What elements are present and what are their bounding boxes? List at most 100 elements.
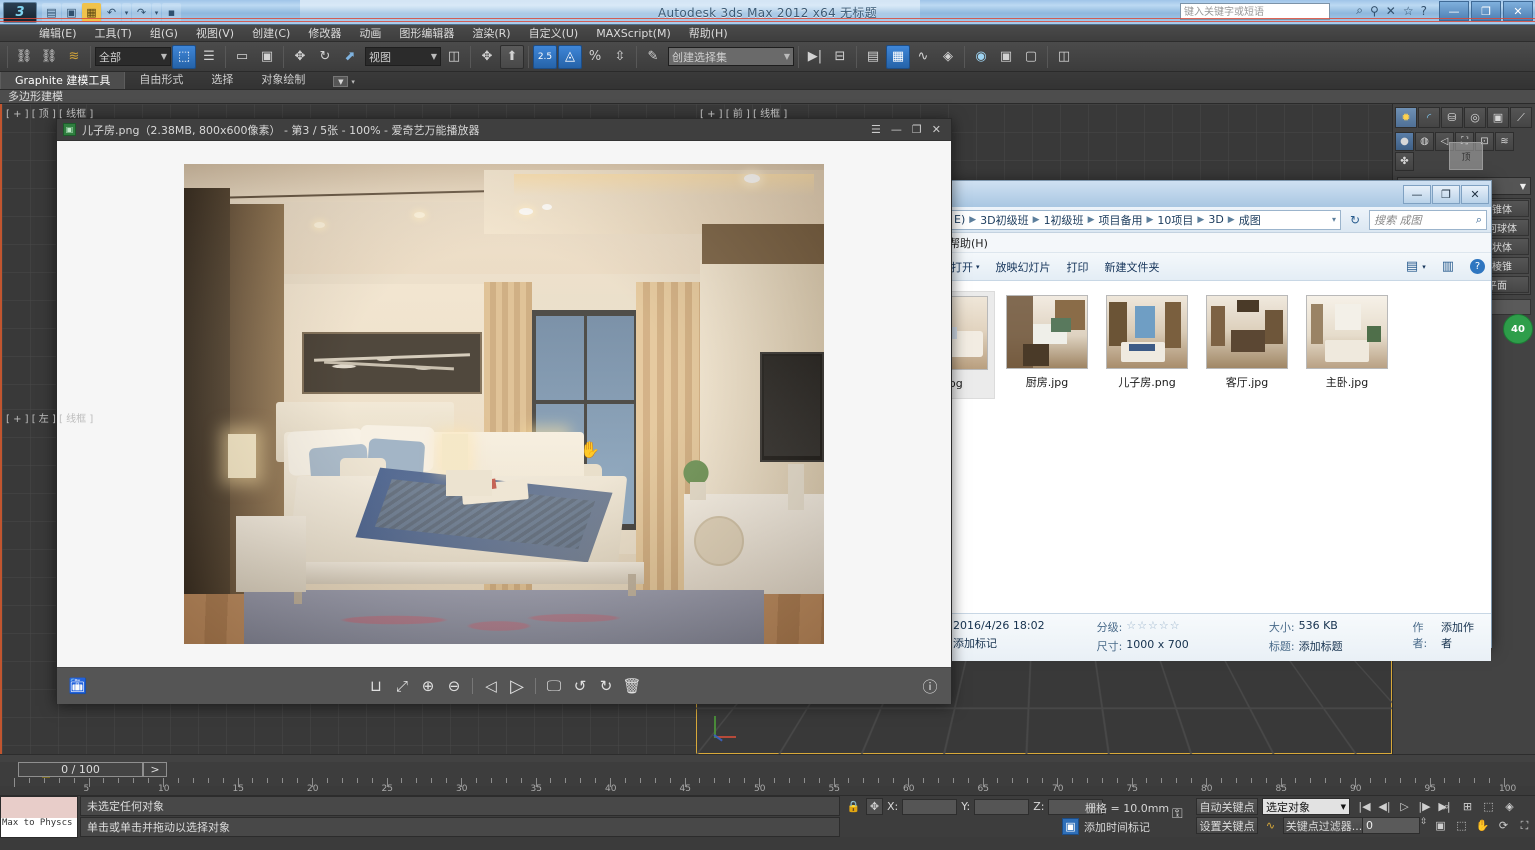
viewport-nav-top-row[interactable]: ⌕ ⊞ ⬚ ◈ bbox=[1438, 798, 1518, 815]
explorer-command-bar[interactable]: 打开 ▾ 放映幻灯片 打印 新建文件夹 ▤ ▾ ▥ ? bbox=[945, 253, 1491, 281]
menu-group[interactable]: 组(G) bbox=[141, 25, 187, 42]
ribbon-minimize-icon[interactable]: ▼ bbox=[333, 76, 349, 87]
material-editor-icon[interactable]: ◉ bbox=[969, 45, 993, 69]
schematic-view-icon[interactable]: ◈ bbox=[936, 45, 960, 69]
rectangular-selection-region-icon[interactable]: ▭ bbox=[230, 45, 254, 69]
ribbon-tab-freeform[interactable]: 自由形式 bbox=[125, 71, 197, 89]
select-object-icon[interactable]: ⬚ bbox=[172, 44, 196, 69]
actual-size-icon[interactable]: ⤢ bbox=[389, 673, 415, 699]
select-region-icon[interactable]: ⬚ bbox=[1453, 817, 1470, 834]
zoom-out-icon[interactable]: ⊖ bbox=[441, 673, 467, 699]
viewer-minimize-button[interactable]: — bbox=[891, 123, 902, 136]
reference-coordinate-dropdown[interactable]: 视图 ▼ bbox=[365, 47, 441, 66]
align-icon[interactable]: ⊟ bbox=[828, 45, 852, 69]
menu-help[interactable]: 帮助(H) bbox=[949, 235, 988, 251]
unlink-selection-icon[interactable]: ⛓ bbox=[37, 45, 61, 69]
menu-modifiers[interactable]: 修改器 bbox=[299, 25, 350, 42]
orbit-icon[interactable]: ⟳ bbox=[1495, 817, 1512, 834]
time-slider-value[interactable]: 0 / 100 bbox=[18, 762, 143, 777]
breadcrumb-item-4[interactable]: 10项目 bbox=[1157, 212, 1193, 228]
menu-bar[interactable]: 编辑(E) 工具(T) 组(G) 视图(V) 创建(C) 修改器 动画 图形编辑… bbox=[0, 25, 1535, 42]
add-time-tag-row[interactable]: ▣ 添加时间标记 bbox=[1062, 818, 1150, 835]
ribbon-tab-graphite[interactable]: Graphite 建模工具 bbox=[0, 71, 126, 89]
menu-animation[interactable]: 动画 bbox=[350, 25, 390, 42]
render-setup-icon[interactable]: ▣ bbox=[994, 45, 1018, 69]
lock-selection-icon[interactable]: 🔒 bbox=[845, 798, 862, 815]
auto-key-button[interactable]: 自动关键点 bbox=[1196, 798, 1258, 815]
explorer-maximize-button[interactable]: ❐ bbox=[1432, 184, 1460, 204]
rating-stars[interactable]: ☆☆☆☆☆ bbox=[1126, 619, 1180, 635]
utilities-tab[interactable]: ⟋ bbox=[1510, 107, 1532, 128]
viewer-maximize-button[interactable]: ❐ bbox=[912, 123, 922, 136]
maxscript-output[interactable]: Max to Physcs ( bbox=[1, 818, 77, 837]
viewer-control-bar[interactable]: 🛅 ⊔ ⤢ ⊕ ⊖ ◁ ▷ 🖵 ↺ ↻ 🗑 ⓘ bbox=[57, 667, 951, 704]
modify-tab[interactable]: ◜ bbox=[1418, 107, 1440, 128]
file-list[interactable]: 本.jpg 厨房.jpg bbox=[899, 281, 1491, 613]
systems-category[interactable]: ✤ bbox=[1395, 152, 1414, 171]
open-button[interactable]: 打开 ▾ bbox=[951, 259, 980, 275]
new-folder-button[interactable]: 新建文件夹 bbox=[1105, 259, 1160, 275]
select-by-name-icon[interactable]: ☰ bbox=[197, 45, 221, 69]
rendered-frame-window-icon[interactable]: ▢ bbox=[1019, 45, 1043, 69]
key-curve-icon[interactable]: ∿ bbox=[1262, 817, 1279, 834]
refresh-icon[interactable]: ↻ bbox=[1345, 210, 1365, 230]
viewer-close-button[interactable]: ✕ bbox=[932, 123, 941, 136]
breadcrumb-item-2[interactable]: 1初级班 bbox=[1044, 212, 1084, 228]
select-and-link-icon[interactable]: ⛓ bbox=[12, 45, 36, 69]
explorer-close-button[interactable]: ✕ bbox=[1461, 184, 1489, 204]
ribbon-options-chevron-icon[interactable]: ▾ bbox=[351, 78, 355, 86]
author-value[interactable]: 添加作者 bbox=[1441, 619, 1483, 651]
menu-rendering[interactable]: 渲染(R) bbox=[463, 25, 519, 42]
ribbon-tab-object-paint[interactable]: 对象绘制 bbox=[247, 71, 319, 89]
set-key-button[interactable]: 设置关键点 bbox=[1196, 817, 1258, 834]
toggle-ribbon-icon[interactable]: ▦ bbox=[886, 44, 910, 69]
save-image-icon[interactable]: 🛅 bbox=[65, 673, 91, 699]
file-item[interactable]: 厨房.jpg bbox=[999, 291, 1095, 399]
info-icon[interactable]: ⓘ bbox=[917, 673, 943, 699]
menu-maxscript[interactable]: MAXScript(M) bbox=[587, 25, 680, 42]
menu-customize[interactable]: 自定义(U) bbox=[520, 25, 588, 42]
select-and-manipulate-icon[interactable]: ✥ bbox=[475, 45, 499, 69]
breadcrumb-dropdown-icon[interactable]: ▾ bbox=[1332, 215, 1336, 224]
coordinate-display[interactable]: 🔒 ✥ X: Y: Z: bbox=[845, 798, 1104, 815]
display-tab[interactable]: ▣ bbox=[1487, 107, 1509, 128]
create-tab[interactable]: ✹ bbox=[1395, 107, 1417, 128]
maxscript-mini-listener[interactable]: Max to Physcs ( bbox=[0, 796, 78, 838]
spinner-snap-toggle-icon[interactable]: ⇳ bbox=[608, 45, 632, 69]
menu-edit[interactable]: 编辑(E) bbox=[30, 25, 86, 42]
file-item[interactable]: 主卧.jpg bbox=[1299, 291, 1395, 399]
breadcrumb-item-drive[interactable]: E) bbox=[954, 213, 965, 226]
frame-ruler[interactable]: 5 10 15 20 25 30 35 40 45 50 55 60 65 70 75 80 85 90 95 100 bbox=[0, 778, 1535, 794]
breadcrumb-item-6[interactable]: 成图 bbox=[1239, 212, 1261, 228]
menu-help[interactable]: 帮助(H) bbox=[680, 25, 737, 42]
maximize-viewport-icon[interactable]: ⛶ bbox=[1516, 817, 1533, 834]
file-item[interactable]: 客厅.jpg bbox=[1199, 291, 1295, 399]
favorites-star-icon[interactable]: ☆ bbox=[1403, 4, 1414, 18]
layer-manager-icon[interactable]: ▤ bbox=[861, 45, 885, 69]
go-to-start-icon[interactable]: |◀ bbox=[1356, 798, 1373, 815]
command-panel-tabs[interactable]: ✹ ◜ ⛁ ◎ ▣ ⟋ bbox=[1393, 104, 1535, 128]
zoom-all-icon[interactable]: ⊞ bbox=[1459, 798, 1476, 815]
geometry-category[interactable]: ● bbox=[1395, 132, 1414, 151]
rotate-right-icon[interactable]: ↻ bbox=[593, 673, 619, 699]
zoom-extents-icon[interactable]: ⬚ bbox=[1480, 798, 1497, 815]
previous-image-icon[interactable]: ◁ bbox=[478, 673, 504, 699]
transform-type-in-icon[interactable]: ✥ bbox=[866, 798, 883, 815]
viewer-window-controls[interactable]: ☰ — ❐ ✕ bbox=[871, 123, 945, 136]
preview-pane-icon[interactable]: ▥ bbox=[1442, 259, 1454, 274]
key-filters-row[interactable]: ∿ 关键点过滤器... bbox=[1262, 817, 1365, 834]
curve-editor-icon[interactable]: ∿ bbox=[911, 45, 935, 69]
viewcube[interactable]: 顶 bbox=[1441, 134, 1493, 186]
menu-graph-editors[interactable]: 图形编辑器 bbox=[390, 25, 463, 42]
select-and-scale-icon[interactable]: ⬈ bbox=[338, 45, 362, 69]
coord-y-field[interactable] bbox=[974, 798, 1030, 815]
file-explorer-window[interactable]: — ❐ ✕ E) ▶ 3D初级班 ▶ 1初级班 ▶ 项目备用 ▶ 10项目 ▶ … bbox=[899, 180, 1492, 661]
key-filters-button[interactable]: 关键点过滤器... bbox=[1283, 817, 1365, 834]
edit-named-selection-sets-icon[interactable]: ✎ bbox=[641, 45, 665, 69]
next-frame-icon[interactable]: |▶ bbox=[1416, 798, 1433, 815]
window-crossing-toggle-icon[interactable]: ▣ bbox=[255, 45, 279, 69]
key-icon[interactable]: ⚲ bbox=[1370, 4, 1379, 18]
auto-key-label[interactable]: 自动关键点 bbox=[1196, 798, 1258, 815]
breadcrumb-item-3[interactable]: 项目备用 bbox=[1098, 212, 1142, 228]
communication-center-icon[interactable]: ✕ bbox=[1386, 4, 1396, 18]
